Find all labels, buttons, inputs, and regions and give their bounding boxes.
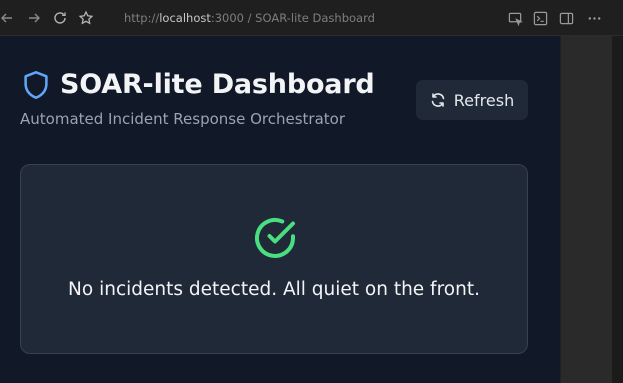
terminal-icon [533,11,547,25]
sidebar-icon [559,12,573,24]
url-rest: :3000 / SOAR-lite Dashboard [210,11,375,25]
page-subtitle: Automated Incident Response Orchestrator [20,110,345,128]
more-menu-button[interactable] [586,10,602,26]
url-prefix: http:// [124,11,160,25]
incidents-empty-state: No incidents detected. All quiet on the … [20,164,528,354]
refresh-button[interactable]: Refresh [416,80,528,120]
back-button[interactable] [0,9,16,27]
forward-button[interactable] [25,9,43,27]
page-viewport: SOAR-lite Dashboard Automated Incident R… [0,36,560,383]
check-circle-icon [255,217,295,258]
cast-icon [508,12,523,26]
scrollbar[interactable] [612,36,623,383]
page-header: SOAR-lite Dashboard [22,69,375,100]
address-bar[interactable]: http://localhost:3000 / SOAR-lite Dashbo… [112,5,494,31]
arrow-right-icon [29,13,40,23]
url-host: localhost [159,11,211,25]
shield-icon [22,70,50,100]
terminal-button[interactable] [532,10,548,26]
browser-toolbar: http://localhost:3000 / SOAR-lite Dashbo… [0,0,623,36]
star-icon [78,10,94,25]
refresh-label: Refresh [453,90,515,110]
empty-state-message: No incidents detected. All quiet on the … [68,279,480,300]
page-title: SOAR-lite Dashboard [60,69,375,100]
arrow-left-icon [1,13,12,23]
reload-button[interactable] [51,9,69,27]
sidebar-toggle-button[interactable] [558,10,574,26]
reload-icon [54,12,66,24]
favorite-button[interactable] [77,9,95,27]
screen-cast-button[interactable] [507,10,523,26]
side-panel [560,36,612,383]
more-icon [588,16,600,20]
refresh-icon [431,93,445,107]
